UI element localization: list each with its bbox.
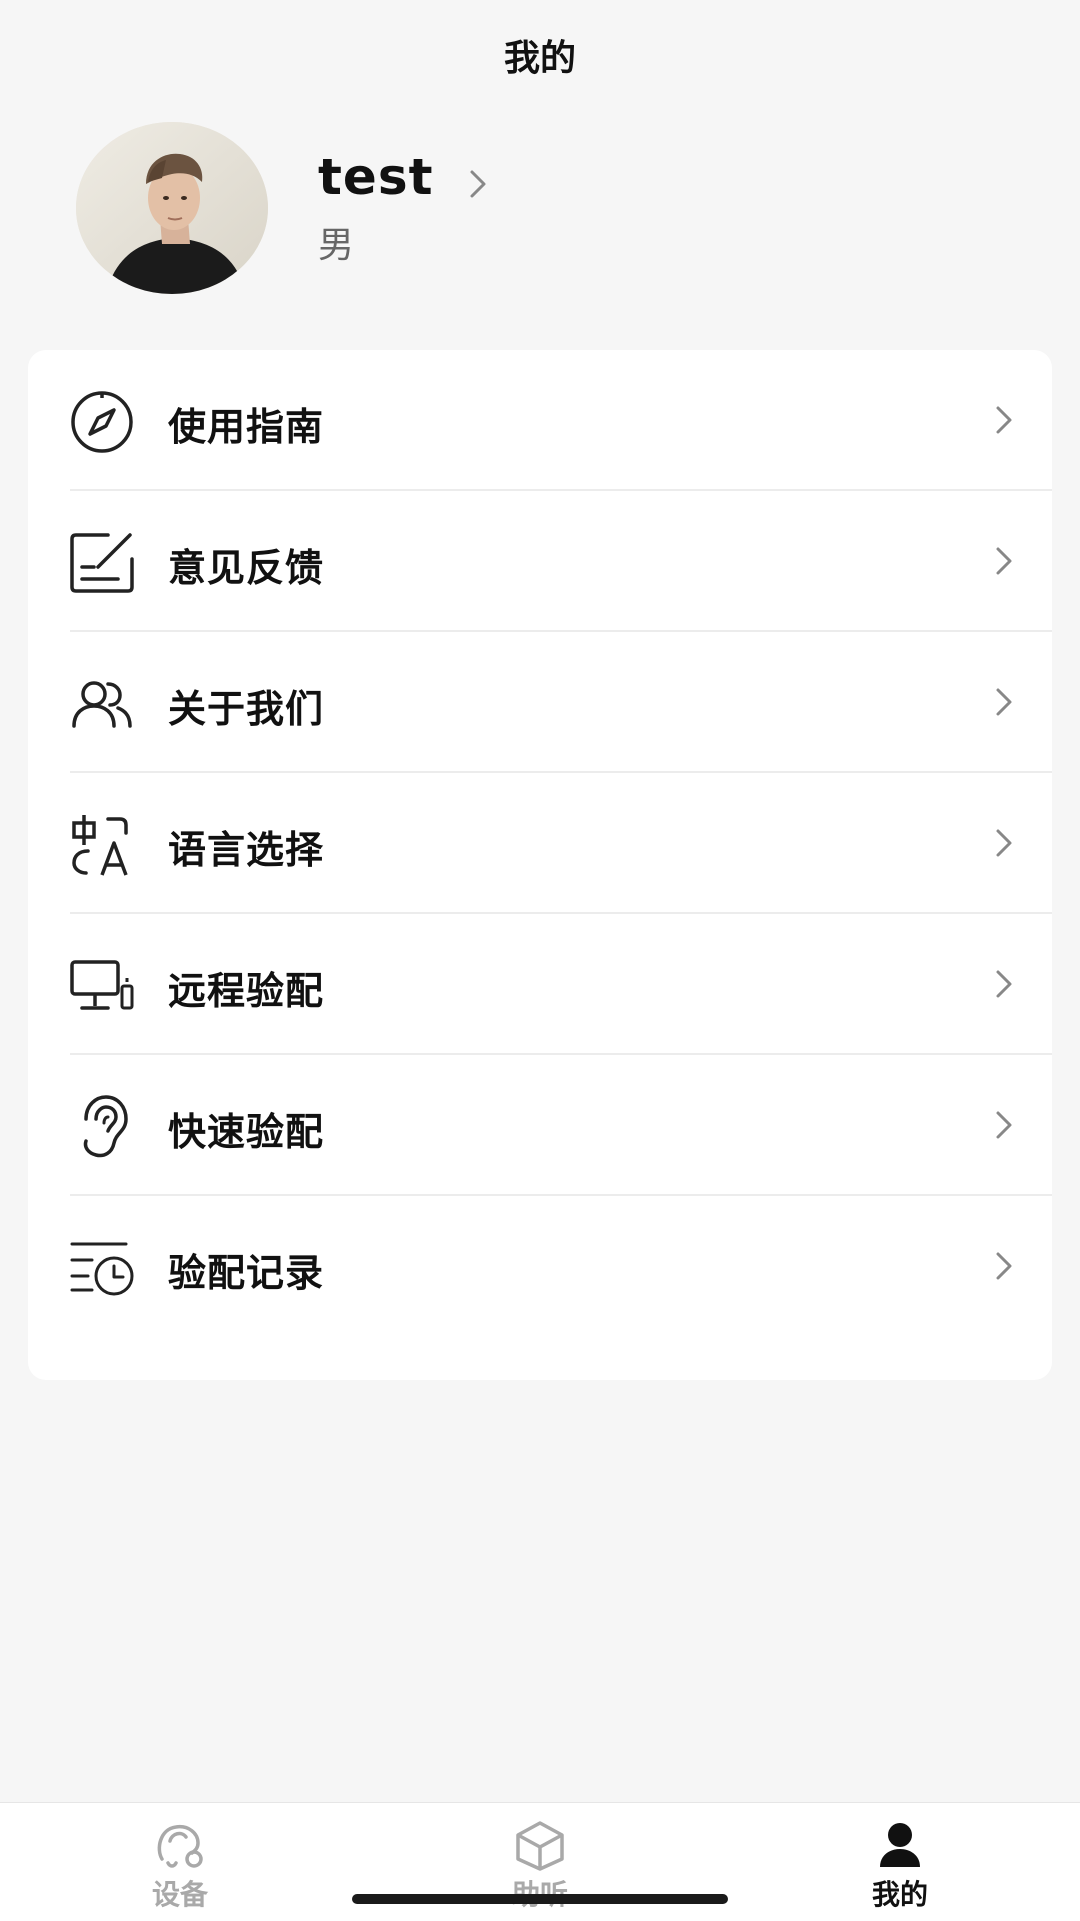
menu-item-fitting-records[interactable]: 验配记录 — [28, 1196, 1052, 1337]
menu-item-label: 语言选择 — [168, 828, 325, 872]
tab-label: 设备 — [151, 1878, 208, 1911]
menu-item-language[interactable]: 语言选择 — [28, 773, 1052, 914]
menu-item-label: 快速验配 — [168, 1110, 325, 1154]
menu-item-label: 验配记录 — [168, 1251, 325, 1295]
menu-item-feedback[interactable]: 意见反馈 — [28, 491, 1052, 632]
avatar[interactable] — [76, 122, 268, 294]
tab-label: 助听 — [440, 1873, 640, 1913]
home-indicator — [352, 1894, 728, 1904]
chevron-right-icon — [996, 688, 1012, 716]
ear-icon — [83, 1095, 128, 1158]
menu-item-remote-fitting[interactable]: 远程验配 — [28, 914, 1052, 1055]
chevron-right-icon — [996, 406, 1012, 434]
person-icon — [880, 1823, 920, 1867]
chevron-right-icon — [996, 829, 1012, 857]
history-clock-icon — [70, 1242, 134, 1296]
remote-monitor-icon — [70, 960, 134, 1010]
tab-me[interactable]: 我的 — [800, 1803, 1000, 1921]
menu-item-label: 远程验配 — [168, 969, 325, 1013]
menu-item-quick-fitting[interactable]: 快速验配 — [28, 1055, 1052, 1196]
chevron-right-icon — [996, 1252, 1012, 1280]
menu-item-label: 关于我们 — [168, 687, 325, 731]
profile-header[interactable]: test 男 — [0, 110, 1080, 310]
menu-item-label: 意见反馈 — [168, 546, 325, 590]
tab-label: 我的 — [871, 1878, 928, 1911]
profile-name: test — [318, 148, 434, 206]
chevron-right-icon — [996, 547, 1012, 575]
users-icon — [72, 681, 132, 728]
chevron-right-icon — [996, 970, 1012, 998]
chevron-right-icon — [996, 1111, 1012, 1139]
profile-gender: 男 — [318, 225, 355, 266]
device-icon — [157, 1824, 203, 1868]
translate-icon — [72, 815, 128, 876]
menu-item-label: 使用指南 — [168, 405, 325, 449]
cube-icon — [516, 1821, 564, 1871]
chevron-right-icon[interactable] — [462, 164, 494, 204]
top-bar: 我的 — [0, 0, 1080, 110]
page-title: 我的 — [503, 38, 576, 79]
menu-card: 使用指南 意见反馈 关于我们 语言选择 远程验配 快速验配 验配记录 — [28, 350, 1052, 1380]
avatar-photo — [76, 122, 268, 294]
menu-item-user-guide[interactable]: 使用指南 — [28, 350, 1052, 491]
menu-item-about-us[interactable]: 关于我们 — [28, 632, 1052, 773]
compass-icon — [71, 391, 133, 453]
feedback-edit-icon — [70, 533, 134, 593]
tab-device[interactable]: 设备 — [80, 1803, 280, 1921]
